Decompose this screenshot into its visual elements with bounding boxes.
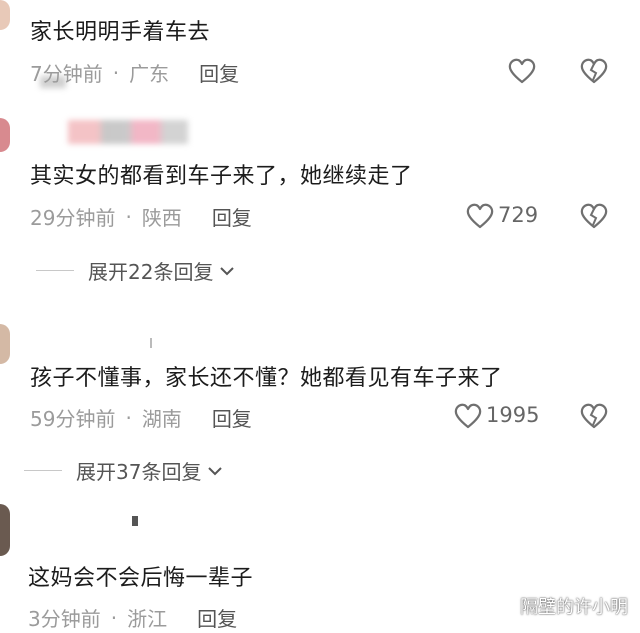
comment-text: 其实女的都看到车子来了，她继续走了	[30, 164, 413, 189]
broken-heart-icon[interactable]	[580, 58, 608, 84]
comment-location: 湖南	[141, 407, 182, 431]
separator-dot: ·	[125, 204, 132, 229]
expand-replies-button[interactable]: 展开22条回复	[36, 256, 235, 285]
comment-meta: 7分钟前 · 广东 回复	[30, 58, 239, 87]
expand-replies-label: 展开37条回复	[76, 460, 202, 484]
chevron-down-icon	[220, 266, 235, 275]
expand-replies-label: 展开22条回复	[88, 260, 214, 284]
chat-bubble-icon	[497, 598, 515, 615]
comment-location: 浙江	[127, 607, 168, 631]
comment-time: 7分钟前	[30, 62, 103, 86]
username-redacted	[150, 338, 152, 348]
username-redacted	[132, 516, 138, 526]
comment-time: 59分钟前	[30, 407, 116, 431]
heart-outline-icon[interactable]	[454, 403, 482, 429]
comment-location: 陕西	[141, 206, 182, 230]
reply-button[interactable]: 回复	[212, 202, 252, 231]
comment-location: 广东	[129, 62, 170, 86]
comment-text: 家长明明手着车去	[30, 20, 211, 45]
watermark-text: 隔壁的许小明	[520, 597, 628, 618]
watermark: 隔壁的许小明	[496, 593, 628, 619]
reply-button[interactable]: 回复	[197, 603, 237, 632]
reply-button[interactable]: 回复	[199, 58, 239, 87]
separator-dot: ·	[125, 405, 132, 430]
avatar[interactable]	[0, 0, 10, 30]
comment-text: 这妈会不会后悔一辈子	[28, 566, 254, 591]
heart-outline-icon[interactable]	[466, 203, 494, 229]
divider	[36, 270, 74, 271]
separator-dot: ·	[110, 605, 118, 630]
broken-heart-icon[interactable]	[580, 403, 608, 429]
separator-dot: ·	[112, 60, 120, 85]
comment-text: 孩子不懂事，家长还不懂？她都看见有车子来了	[30, 366, 503, 391]
avatar[interactable]	[0, 324, 10, 364]
reply-button[interactable]: 回复	[212, 403, 252, 432]
heart-outline-icon[interactable]	[508, 58, 536, 84]
divider	[24, 470, 62, 471]
avatar[interactable]	[0, 118, 10, 152]
avatar[interactable]	[0, 504, 10, 556]
expand-replies-button[interactable]: 展开37条回复	[24, 456, 223, 485]
like-count: 729	[498, 203, 539, 227]
comment-time: 29分钟前	[30, 206, 116, 230]
broken-heart-icon[interactable]	[580, 203, 608, 229]
comment-time: 3分钟前	[28, 607, 101, 631]
like-count: 1995	[486, 403, 540, 427]
comment-meta: 59分钟前 · 湖南 回复	[30, 403, 252, 432]
username-redacted	[68, 120, 188, 144]
comment-meta: 29分钟前 · 陕西 回复	[30, 202, 252, 231]
comment-meta: 3分钟前 · 浙江 回复	[28, 603, 237, 632]
chevron-down-icon	[208, 466, 223, 475]
